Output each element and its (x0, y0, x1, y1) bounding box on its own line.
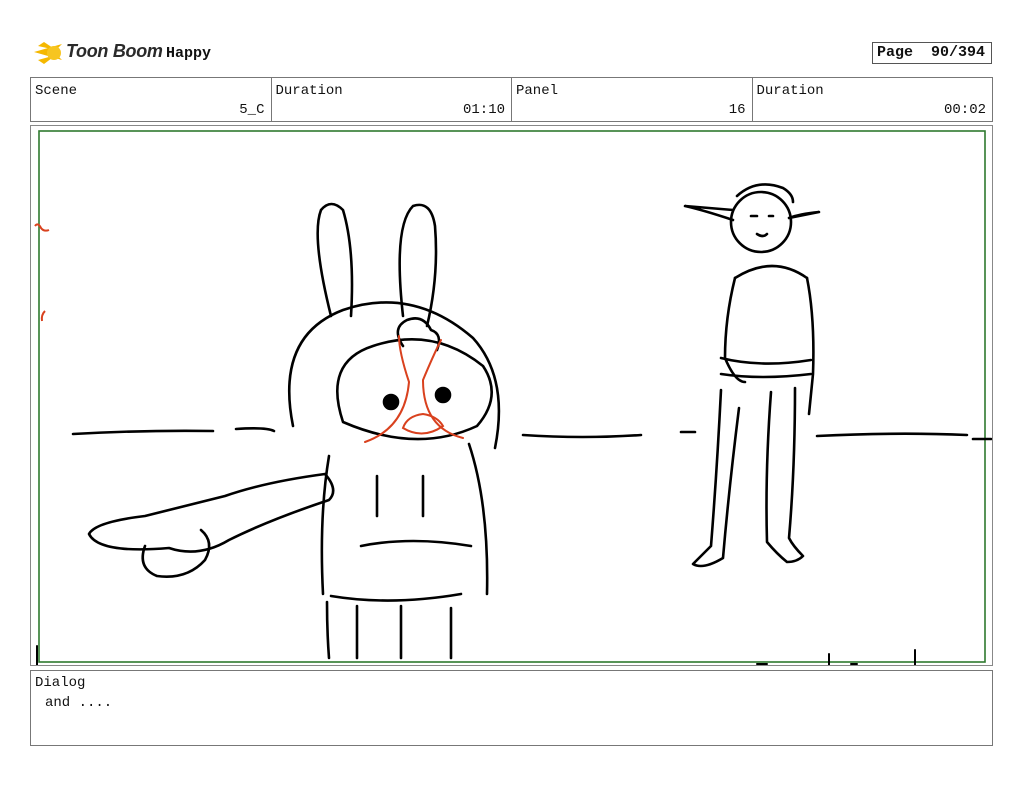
bunny-strings (375, 474, 425, 518)
panel-info-row: Scene 5_C Duration 01:10 Panel 16 Durati… (30, 77, 993, 122)
camera-frame (38, 130, 986, 663)
bunny-left-ear (316, 202, 354, 318)
scene-duration-cell: Duration 01:10 (272, 78, 512, 121)
project-title: Happy (166, 45, 212, 62)
horizon-line (71, 427, 276, 436)
scene-duration-label: Duration (275, 83, 343, 99)
page-label: Page (877, 44, 914, 61)
horizon-line (815, 432, 992, 441)
red-scribble (34, 223, 50, 232)
ground-mark (36, 645, 916, 665)
bunny-hood (287, 301, 501, 450)
storyboard-panel (30, 125, 993, 666)
elf-face (749, 214, 775, 238)
bunny-hand (141, 528, 211, 578)
panel-value: 16 (728, 102, 746, 118)
elf-head (729, 190, 793, 254)
panel-duration-value: 00:02 (943, 102, 986, 118)
bunny-pointing-arm (87, 472, 335, 553)
panel-label: Panel (516, 83, 559, 99)
scene-value: 5_C (239, 102, 265, 118)
bunny-hair (396, 317, 441, 352)
panel-cell: Panel 16 (512, 78, 753, 121)
panel-sketch (34, 130, 992, 665)
red-scribble (40, 310, 46, 322)
scene-duration-value: 01:10 (462, 102, 505, 118)
bunny-right-eye (434, 386, 452, 404)
panel-duration-cell: Duration 00:02 (753, 78, 993, 121)
dialog-label: Dialog (35, 675, 86, 691)
brand-name: Toon Boom (66, 41, 163, 61)
scene-label: Scene (35, 83, 78, 99)
bunny-face (335, 338, 493, 441)
dialog-box: Dialog and .... (30, 670, 993, 746)
bunny-body (320, 442, 489, 596)
bunny-red-guide (364, 335, 411, 443)
elf-shoulders (733, 264, 809, 280)
elf-right-ear (787, 210, 821, 220)
bunny-shorts (329, 592, 463, 602)
bunny-left-eye (382, 393, 400, 411)
elf-torso (723, 276, 815, 416)
dialog-text: and .... (45, 695, 113, 711)
bunny-legs (325, 600, 453, 660)
scene-cell: Scene 5_C (31, 78, 272, 121)
panel-duration-label: Duration (756, 83, 824, 99)
elf-legs (691, 386, 805, 568)
page-value: 90/394 (931, 44, 986, 61)
horizon-line (521, 430, 697, 439)
elf-left-ear (683, 204, 735, 222)
page-indicator: Page 90/394 (872, 42, 992, 64)
bunny-hoodie-pocket (359, 539, 473, 548)
